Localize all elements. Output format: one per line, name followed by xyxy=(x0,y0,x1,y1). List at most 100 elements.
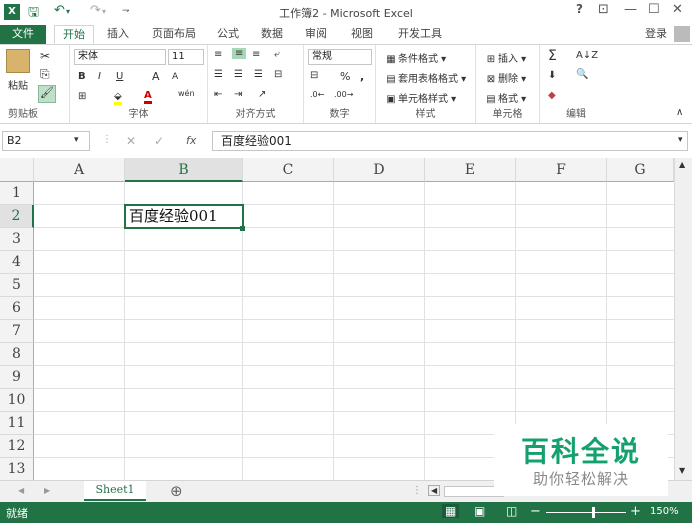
name-box-dropdown-icon[interactable]: ▾ xyxy=(74,135,79,145)
paste-button[interactable]: 粘贴 xyxy=(8,77,28,92)
login-link[interactable]: 登录 xyxy=(640,25,672,44)
fill-handle[interactable] xyxy=(240,226,245,231)
bold-button[interactable]: B xyxy=(78,71,86,82)
format-cells-button[interactable]: ▤ 格式 ▾ xyxy=(484,90,526,106)
scroll-up-icon[interactable]: ▲ xyxy=(679,160,685,169)
col-header-e[interactable]: E xyxy=(425,158,516,182)
align-top-icon[interactable]: ≡ xyxy=(214,49,222,60)
row-header-1[interactable]: 1 xyxy=(0,182,34,205)
underline-button[interactable]: U xyxy=(116,71,123,82)
insert-cells-button[interactable]: ⊞ 插入 ▾ xyxy=(484,50,526,66)
select-all-corner[interactable] xyxy=(0,158,34,182)
format-as-table-button[interactable]: ▤ 套用表格格式 ▾ xyxy=(384,70,466,86)
row-header-11[interactable]: 11 xyxy=(0,412,34,435)
ribbon-display-icon[interactable]: ⊡ xyxy=(598,2,609,17)
number-format-select[interactable]: 常规 xyxy=(308,49,372,65)
formula-input[interactable]: 百度经验001 xyxy=(212,131,688,151)
shrink-font-button[interactable]: A xyxy=(172,72,178,82)
maximize-icon[interactable]: ☐ xyxy=(648,2,660,17)
confirm-entry-icon[interactable]: ✓ xyxy=(154,134,164,148)
close-icon[interactable]: ✕ xyxy=(672,2,683,17)
selected-cell-b2[interactable]: 百度经验001 xyxy=(124,204,244,229)
col-header-g[interactable]: G xyxy=(607,158,674,182)
row-header-8[interactable]: 8 xyxy=(0,343,34,366)
prev-sheet-icon[interactable]: ◀ xyxy=(18,486,24,495)
zoom-level[interactable]: 150% xyxy=(650,506,679,517)
tab-insert[interactable]: 插入 xyxy=(100,25,136,44)
tab-formulas[interactable]: 公式 xyxy=(210,25,246,44)
cell-styles-button[interactable]: ▣ 单元格样式 ▾ xyxy=(384,90,456,106)
font-name-select[interactable]: 宋体 xyxy=(74,49,166,65)
row-header-6[interactable]: 6 xyxy=(0,297,34,320)
grow-font-button[interactable]: A xyxy=(152,70,160,83)
merge-center-icon[interactable]: ⊟ xyxy=(274,69,282,80)
row-header-4[interactable]: 4 xyxy=(0,251,34,274)
col-header-a[interactable]: A xyxy=(34,158,125,182)
scroll-down-icon[interactable]: ▼ xyxy=(679,466,685,475)
row-header-10[interactable]: 10 xyxy=(0,389,34,412)
conditional-format-button[interactable]: ▦ 条件格式 ▾ xyxy=(384,50,446,66)
tab-split-handle[interactable]: ⋮ xyxy=(412,485,422,496)
borders-icon[interactable]: ⊞ xyxy=(78,91,86,102)
autosum-button[interactable]: Σ xyxy=(548,48,557,64)
cut-icon[interactable]: ✂ xyxy=(40,49,50,63)
tab-review[interactable]: 审阅 xyxy=(298,25,334,44)
accounting-icon[interactable]: ⊟ xyxy=(310,70,318,81)
zoom-slider[interactable] xyxy=(546,512,626,513)
fill-color-icon[interactable]: ⬙ xyxy=(114,91,122,105)
row-header-9[interactable]: 9 xyxy=(0,366,34,389)
row-header-7[interactable]: 7 xyxy=(0,320,34,343)
delete-cells-button[interactable]: ⊠ 删除 ▾ xyxy=(484,70,526,86)
tab-page-layout[interactable]: 页面布局 xyxy=(144,25,204,44)
align-left-icon[interactable]: ☰ xyxy=(214,69,223,80)
wrap-text-icon[interactable]: ⤶ xyxy=(274,49,280,60)
clear-icon[interactable]: ◆ xyxy=(548,90,556,101)
col-header-b[interactable]: B xyxy=(125,158,243,182)
align-middle-icon[interactable]: ≡ xyxy=(232,48,247,59)
align-center-icon[interactable]: ☰ xyxy=(234,69,243,80)
fill-icon[interactable]: ⬇ xyxy=(548,70,556,81)
page-layout-view-icon[interactable]: ▣ xyxy=(474,504,485,518)
col-header-d[interactable]: D xyxy=(334,158,425,182)
row-header-3[interactable]: 3 xyxy=(0,228,34,251)
vertical-scrollbar[interactable]: ▲ ▼ xyxy=(674,158,692,480)
user-avatar[interactable] xyxy=(674,26,690,42)
row-header-13[interactable]: 13 xyxy=(0,458,34,480)
align-right-icon[interactable]: ☰ xyxy=(254,69,263,80)
next-sheet-icon[interactable]: ▶ xyxy=(44,486,50,495)
row-header-5[interactable]: 5 xyxy=(0,274,34,297)
sheet-tab-sheet1[interactable]: Sheet1 xyxy=(84,481,146,501)
new-sheet-button[interactable]: ⊕ xyxy=(170,482,183,500)
normal-view-icon[interactable]: ▦ xyxy=(442,504,460,518)
zoom-in-icon[interactable]: + xyxy=(630,504,641,519)
tab-file[interactable]: 文件 xyxy=(0,25,46,44)
col-header-c[interactable]: C xyxy=(243,158,334,182)
insert-function-button[interactable]: fx xyxy=(186,134,196,147)
tab-developer[interactable]: 开发工具 xyxy=(390,25,450,44)
tab-data[interactable]: 数据 xyxy=(254,25,290,44)
decrease-indent-icon[interactable]: ⇤ xyxy=(214,89,222,100)
orientation-icon[interactable]: ↗ xyxy=(258,89,266,100)
tab-view[interactable]: 视图 xyxy=(344,25,380,44)
collapse-ribbon-icon[interactable]: ∧ xyxy=(676,107,683,118)
decrease-decimal-icon[interactable]: .00→ xyxy=(334,90,353,99)
sort-filter-icon[interactable]: A↓Z xyxy=(576,50,598,61)
increase-indent-icon[interactable]: ⇥ xyxy=(234,89,242,100)
tab-home[interactable]: 开始 xyxy=(54,25,94,44)
cancel-entry-icon[interactable]: ✕ xyxy=(126,134,136,148)
minimize-icon[interactable]: — xyxy=(624,2,637,17)
row-header-2[interactable]: 2 xyxy=(0,205,34,228)
italic-button[interactable]: I xyxy=(98,71,101,82)
zoom-slider-thumb[interactable] xyxy=(592,507,595,518)
font-size-select[interactable]: 11 xyxy=(168,49,204,65)
page-break-view-icon[interactable]: ◫ xyxy=(506,504,517,518)
font-color-icon[interactable]: A xyxy=(144,90,152,104)
percent-button[interactable]: % xyxy=(340,70,350,83)
find-select-icon[interactable]: 🔍 xyxy=(576,69,588,80)
phonetic-button[interactable]: wén xyxy=(178,89,195,98)
expand-formula-icon[interactable]: ▾ xyxy=(678,135,683,145)
paste-icon[interactable] xyxy=(6,49,30,73)
scroll-left-icon[interactable]: ◀ xyxy=(428,485,441,496)
row-header-12[interactable]: 12 xyxy=(0,435,34,458)
help-icon[interactable]: ? xyxy=(576,2,583,16)
